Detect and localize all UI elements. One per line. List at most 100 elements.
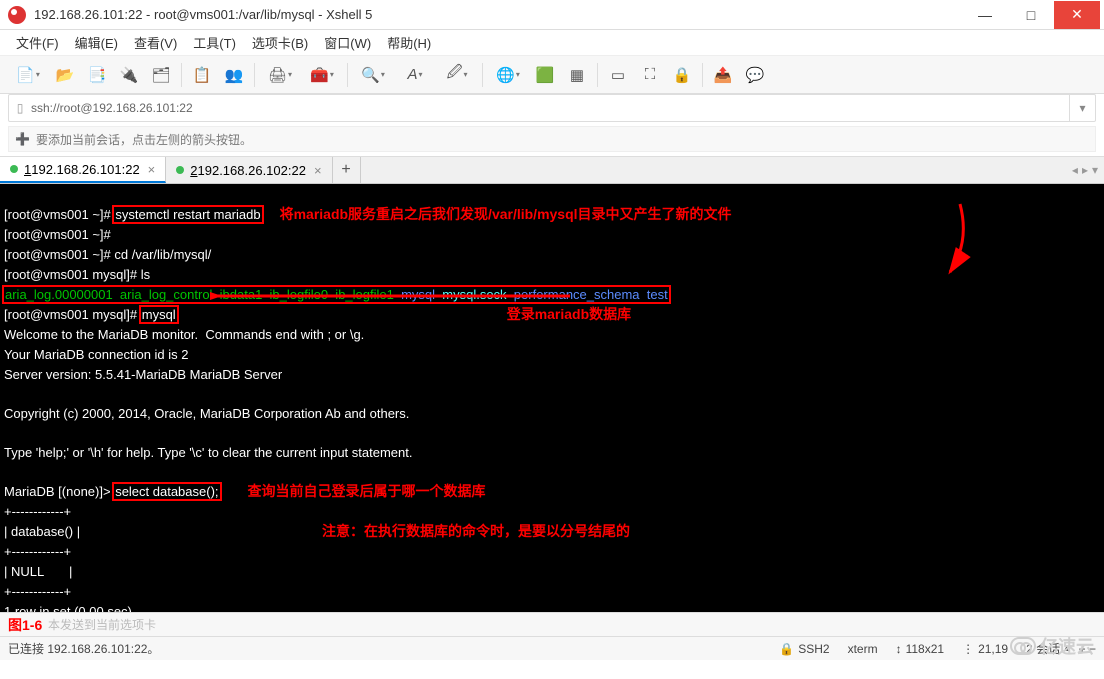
menu-help[interactable]: 帮助(H) bbox=[379, 31, 439, 54]
status-dot-icon bbox=[10, 165, 18, 173]
watermark-text: 亿速云 bbox=[1040, 633, 1094, 659]
terminal-line: [root@vms001 mysql]# ls bbox=[4, 267, 150, 282]
tab-row: 1 192.168.26.101:22 × 2 192.168.26.102:2… bbox=[0, 156, 1104, 184]
terminal-line: [root@vms001 mysql]# bbox=[4, 307, 141, 322]
menu-view[interactable]: 查看(V) bbox=[126, 31, 185, 54]
address-bar[interactable]: ▯ ssh://root@192.168.26.101:22 ▾ bbox=[8, 94, 1096, 122]
toolbar: 📄▾ 📂 📑 🔌 🗂 📋 👥 🖨▾ 🧰▾ 🔍▾ A▾ 🖉▾ 🌐▾ 🟩 ▦ ▭ ⛶… bbox=[0, 56, 1104, 94]
menu-bar: 文件(F) 编辑(E) 查看(V) 工具(T) 选项卡(B) 窗口(W) 帮助(… bbox=[0, 30, 1104, 56]
connect-button[interactable]: 🔌 bbox=[114, 61, 144, 89]
menu-file[interactable]: 文件(F) bbox=[8, 31, 67, 54]
close-tab-icon[interactable]: × bbox=[148, 162, 156, 177]
highlighted-command: mysql bbox=[141, 307, 177, 322]
tab-spacer bbox=[361, 157, 1066, 183]
terminal-line: +------------+ bbox=[4, 504, 71, 519]
tab-label: 192.168.26.102:22 bbox=[198, 163, 306, 178]
tab-number: 2 bbox=[190, 163, 197, 178]
terminal-line: [root@vms001 ~]# bbox=[4, 207, 114, 222]
print-button[interactable]: 🖨▾ bbox=[260, 61, 300, 89]
watermark-icon bbox=[1010, 637, 1036, 655]
terminal-line: Type 'help;' or '\h' for help. Type '\c'… bbox=[4, 445, 412, 460]
reconnect-button[interactable]: 🗂 bbox=[146, 61, 176, 89]
highlighted-command: select database(); bbox=[114, 484, 219, 499]
terminal[interactable]: [root@vms001 ~]# systemctl restart maria… bbox=[0, 184, 1104, 612]
close-tab-icon[interactable]: × bbox=[314, 163, 322, 178]
open-button[interactable]: 📂 bbox=[50, 61, 80, 89]
terminal-line: 1 row in set (0.00 sec) bbox=[4, 604, 132, 612]
font-button[interactable]: A▾ bbox=[395, 61, 435, 89]
annotation-text: 注意：在执行数据库的命令时，是要以分号结尾的 bbox=[322, 523, 630, 539]
new-session-button[interactable]: 📄▾ bbox=[8, 61, 48, 89]
toolbar-separator bbox=[347, 63, 348, 87]
menu-tab[interactable]: 选项卡(B) bbox=[244, 31, 316, 54]
session-tab-1[interactable]: 1 192.168.26.101:22 × bbox=[0, 157, 166, 183]
terminal-line: Welcome to the MariaDB monitor. Commands… bbox=[4, 327, 364, 342]
send-input-bar[interactable]: 图1-6 本发送到当前选项卡 bbox=[0, 612, 1104, 636]
status-connection: 已连接 192.168.26.101:22。 bbox=[8, 640, 761, 657]
window-title: 192.168.26.101:22 - root@vms001:/var/lib… bbox=[34, 7, 962, 22]
toolbar-separator bbox=[702, 63, 703, 87]
tile-button[interactable]: ▭ bbox=[603, 61, 633, 89]
minimize-button[interactable]: — bbox=[962, 1, 1008, 29]
transfer-button[interactable]: 📤 bbox=[708, 61, 738, 89]
properties-button[interactable]: 🧰▾ bbox=[302, 61, 342, 89]
figure-label: 图1-6 bbox=[8, 615, 42, 635]
menu-window[interactable]: 窗口(W) bbox=[316, 31, 379, 54]
highlighted-output: aria_log.00000001 aria_log_control ibdat… bbox=[4, 287, 669, 302]
tab-prev-icon[interactable]: ◂ bbox=[1072, 163, 1078, 177]
tab-number: 1 bbox=[24, 162, 31, 177]
tab-menu-icon[interactable]: ▾ bbox=[1092, 163, 1098, 177]
menu-edit[interactable]: 编辑(E) bbox=[67, 31, 126, 54]
terminal-line: Your MariaDB connection id is 2 bbox=[4, 347, 189, 362]
window-controls: — □ ✕ bbox=[962, 1, 1100, 29]
terminal-line: | database() | bbox=[4, 524, 80, 539]
toolbar-separator bbox=[597, 63, 598, 87]
hint-icon[interactable]: ➕ bbox=[15, 132, 30, 146]
address-dropdown[interactable]: ▾ bbox=[1069, 95, 1095, 121]
menu-tools[interactable]: 工具(T) bbox=[185, 31, 244, 54]
status-size: ↕118x21 bbox=[896, 642, 944, 656]
terminal-line: +------------+ bbox=[4, 544, 71, 559]
session-tab-2[interactable]: 2 192.168.26.102:22 × bbox=[166, 157, 332, 183]
copy-button[interactable]: 📋 bbox=[187, 61, 217, 89]
terminal-line: MariaDB [(none)]> bbox=[4, 484, 114, 499]
annotation-text: 查询当前自己登录后属于哪一个数据库 bbox=[248, 483, 486, 499]
address-icon: ▯ bbox=[9, 101, 31, 115]
close-button[interactable]: ✕ bbox=[1054, 1, 1100, 29]
encoding-button[interactable]: 🖉▾ bbox=[437, 61, 477, 89]
save-button[interactable]: 📑 bbox=[82, 61, 112, 89]
watermark: 亿速云 bbox=[1010, 633, 1094, 659]
color-button[interactable]: 🟩 bbox=[530, 61, 560, 89]
address-url[interactable]: ssh://root@192.168.26.101:22 bbox=[31, 101, 1069, 115]
layout-button[interactable]: ▦ bbox=[562, 61, 592, 89]
highlighted-command: systemctl restart mariadb bbox=[114, 207, 261, 222]
terminal-line: | NULL | bbox=[4, 564, 72, 579]
terminal-line: [root@vms001 ~]# bbox=[4, 227, 111, 242]
lock-button[interactable]: 🔒 bbox=[667, 61, 697, 89]
lock-icon: 🔒 bbox=[779, 642, 794, 656]
tab-label: 192.168.26.101:22 bbox=[31, 162, 139, 177]
terminal-line: Copyright (c) 2000, 2014, Oracle, MariaD… bbox=[4, 406, 409, 421]
tab-next-icon[interactable]: ▸ bbox=[1082, 163, 1088, 177]
status-termtype: xterm bbox=[848, 642, 878, 656]
status-dot-icon bbox=[176, 166, 184, 174]
send-hint-text: 本发送到当前选项卡 bbox=[48, 616, 156, 633]
hint-bar: ➕ 要添加当前会话，点击左侧的箭头按钮。 bbox=[8, 126, 1096, 152]
status-protocol: 🔒SSH2 bbox=[779, 642, 829, 656]
terminal-line: +------------+ bbox=[4, 584, 71, 599]
terminal-line: Server version: 5.5.41-MariaDB MariaDB S… bbox=[4, 367, 282, 382]
annotation-text: 将mariadb服务重启之后我们发现/var/lib/mysql目录中又产生了新… bbox=[280, 206, 732, 222]
paste-button[interactable]: 👥 bbox=[219, 61, 249, 89]
help-button[interactable]: 💬 bbox=[740, 61, 770, 89]
add-tab-button[interactable]: + bbox=[333, 157, 361, 183]
toolbar-separator bbox=[254, 63, 255, 87]
fullscreen-button[interactable]: ⛶ bbox=[635, 61, 665, 89]
maximize-button[interactable]: □ bbox=[1008, 1, 1054, 29]
hint-text: 要添加当前会话，点击左侧的箭头按钮。 bbox=[36, 131, 252, 148]
terminal-line: [root@vms001 ~]# cd /var/lib/mysql/ bbox=[4, 247, 211, 262]
app-icon bbox=[8, 6, 26, 24]
annotation-text: 登录mariadb数据库 bbox=[507, 306, 631, 322]
lang-button[interactable]: 🌐▾ bbox=[488, 61, 528, 89]
toolbar-separator bbox=[482, 63, 483, 87]
find-button[interactable]: 🔍▾ bbox=[353, 61, 393, 89]
